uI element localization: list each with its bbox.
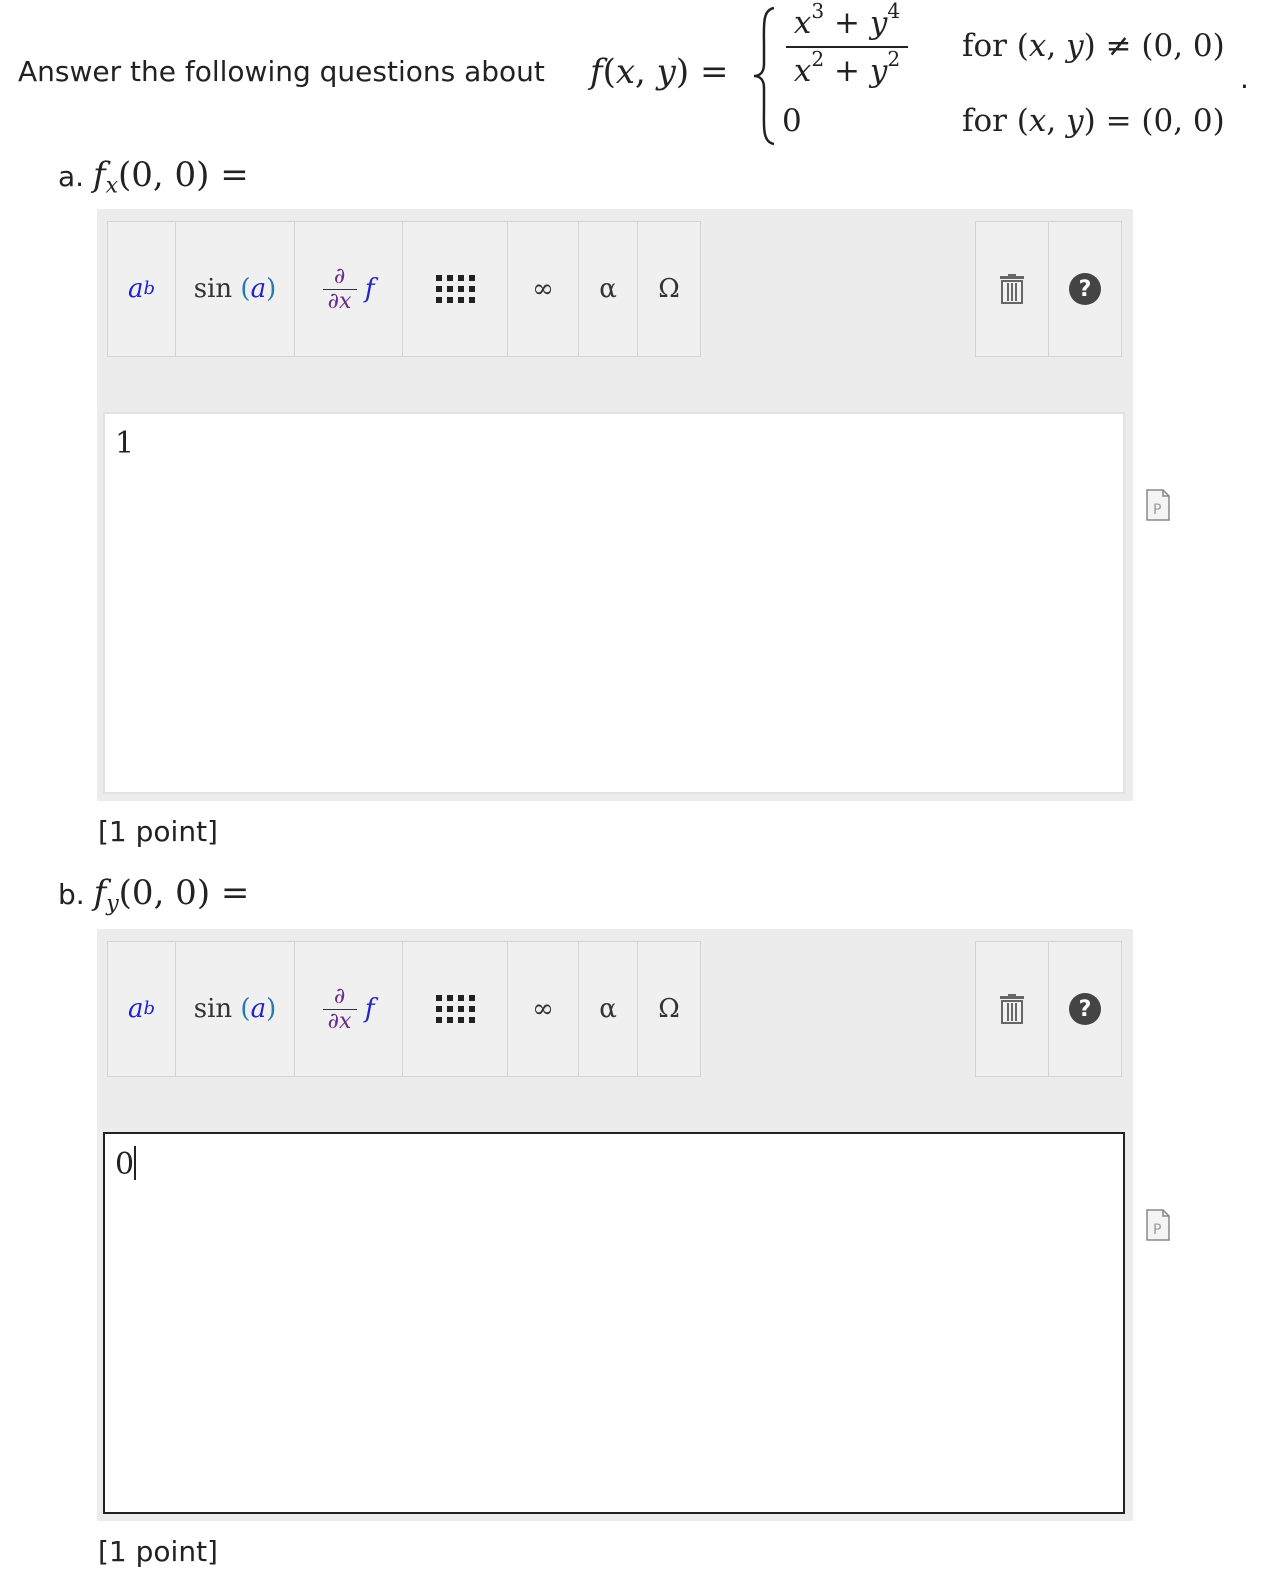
part-b-prompt: fy(0, 0) =	[93, 873, 250, 917]
clear-button[interactable]	[975, 221, 1049, 357]
points-a: [1 point]	[98, 815, 218, 848]
fraction-denominator: x2 + y2	[793, 46, 901, 89]
help-icon: ?	[1069, 273, 1101, 305]
math-editor-b: ab sin (a) ∂ ∂x f ∞ α Ω ? 0	[97, 929, 1133, 1521]
condition-zero: for (x, y) = (0, 0)	[962, 103, 1225, 139]
help-icon: ?	[1069, 993, 1101, 1025]
editor-toolbar: ab sin (a) ∂ ∂x f ∞ α Ω	[107, 941, 701, 1079]
infinity-button[interactable]: ∞	[507, 941, 579, 1077]
greek-button[interactable]: α	[578, 221, 638, 357]
editor-toolbar: ab sin (a) ∂ ∂x f ∞ α Ω	[107, 221, 701, 359]
function-button[interactable]: sin (a)	[175, 221, 295, 357]
left-brace-icon	[753, 6, 775, 146]
derivative-button[interactable]: ∂ ∂x f	[294, 941, 403, 1077]
svg-text:P: P	[1153, 502, 1161, 518]
clear-button[interactable]	[975, 941, 1049, 1077]
fraction-numerator: x3 + y4	[793, 0, 901, 41]
help-button[interactable]: ?	[1048, 941, 1122, 1077]
answer-input-a[interactable]: 1	[103, 412, 1125, 794]
svg-text:P: P	[1153, 1222, 1161, 1238]
derivative-button[interactable]: ∂ ∂x f	[294, 221, 403, 357]
matrix-button[interactable]	[402, 941, 508, 1077]
trash-icon	[1000, 994, 1024, 1024]
function-button[interactable]: sin (a)	[175, 941, 295, 1077]
part-a-prompt: fx(0, 0) =	[92, 155, 249, 199]
question-intro: Answer the following questions about	[18, 55, 545, 88]
editor-toolbar-right: ?	[975, 941, 1122, 1079]
greek-button[interactable]: α	[578, 941, 638, 1077]
points-b: [1 point]	[98, 1535, 218, 1568]
text-caret	[134, 1146, 137, 1180]
part-b-label: b. fy(0, 0) =	[58, 873, 250, 917]
infinity-button[interactable]: ∞	[507, 221, 579, 357]
superscript-button[interactable]: ab	[107, 221, 176, 357]
symbols-button[interactable]: Ω	[637, 941, 701, 1077]
answer-value-a: 1	[115, 426, 135, 461]
editor-toolbar-right: ?	[975, 221, 1122, 359]
case-zero: 0	[782, 103, 802, 139]
matrix-icon	[435, 995, 475, 1023]
function-label: f(x, y) =	[590, 52, 729, 92]
matrix-button[interactable]	[402, 221, 508, 357]
answer-input-b[interactable]: 0	[103, 1132, 1125, 1514]
help-button[interactable]: ?	[1048, 221, 1122, 357]
math-editor-a: ab sin (a) ∂ ∂x f ∞ α Ω ? 1	[97, 209, 1133, 801]
condition-nonzero: for (x, y) ≠ (0, 0)	[962, 28, 1225, 64]
matrix-icon	[435, 275, 475, 303]
part-a-label: a. fx(0, 0) =	[58, 155, 249, 199]
superscript-button[interactable]: ab	[107, 941, 176, 1077]
answer-value-b: 0	[115, 1147, 135, 1182]
fraction: x3 + y4 x2 + y2	[782, 0, 912, 92]
pdf-icon[interactable]: P	[1145, 1208, 1171, 1242]
sentence-period: .	[1240, 62, 1249, 95]
trash-icon	[1000, 274, 1024, 304]
pdf-icon[interactable]: P	[1145, 488, 1171, 522]
symbols-button[interactable]: Ω	[637, 221, 701, 357]
